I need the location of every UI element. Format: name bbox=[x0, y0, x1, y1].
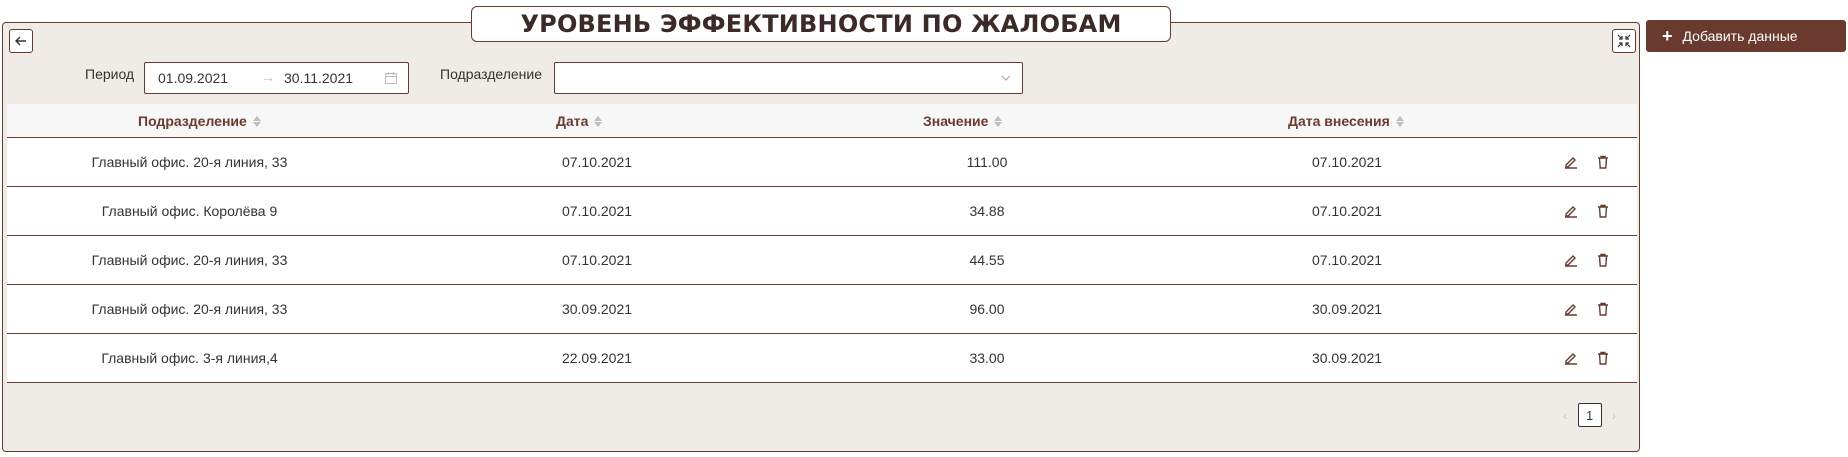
pagination-page-button[interactable]: 1 bbox=[1577, 403, 1602, 427]
cell-department: Главный офис. 20-я линия, 33 bbox=[91, 301, 288, 317]
delete-button[interactable] bbox=[1593, 152, 1613, 172]
delete-button[interactable] bbox=[1593, 348, 1613, 368]
table-row: Главный офис. 3-я линия,4 22.09.2021 33.… bbox=[7, 334, 1637, 383]
edit-button[interactable] bbox=[1561, 152, 1581, 172]
date-separator-arrow: → bbox=[261, 69, 275, 85]
plus-icon: + bbox=[1662, 26, 1673, 46]
pencil-icon bbox=[1565, 157, 1577, 169]
sort-icon[interactable] bbox=[594, 115, 603, 127]
calendar-icon bbox=[385, 72, 397, 84]
collapse-fullscreen-button[interactable] bbox=[1612, 29, 1636, 53]
delete-button[interactable] bbox=[1593, 201, 1613, 221]
arrow-left-icon bbox=[15, 36, 26, 46]
table-header: Подразделение Дата Значение Дата внесени… bbox=[7, 104, 1637, 138]
period-label: Период bbox=[85, 66, 135, 82]
department-select[interactable] bbox=[554, 62, 1023, 94]
header-date-label: Дата bbox=[556, 113, 589, 129]
date-from-field[interactable]: 01.09.2021 bbox=[158, 70, 228, 86]
sort-icon[interactable] bbox=[252, 115, 261, 127]
department-filter-label: Подразделение bbox=[440, 66, 543, 82]
pencil-icon bbox=[1565, 304, 1577, 316]
cell-entry-date: 07.10.2021 bbox=[1311, 154, 1383, 170]
trash-icon bbox=[1598, 302, 1608, 316]
add-data-button[interactable]: + Добавить данные bbox=[1646, 20, 1846, 52]
period-date-range-picker[interactable]: 01.09.2021 → 30.11.2021 bbox=[144, 62, 409, 94]
pagination-prev-button[interactable]: ‹ bbox=[1563, 407, 1568, 423]
compress-icon bbox=[1617, 34, 1631, 48]
data-table: Подразделение Дата Значение Дата внесени… bbox=[7, 104, 1637, 383]
pencil-icon bbox=[1565, 206, 1577, 218]
trash-icon bbox=[1598, 204, 1608, 218]
pagination-next-button[interactable]: › bbox=[1612, 407, 1617, 423]
add-data-button-label: Добавить данные bbox=[1682, 28, 1798, 44]
delete-button[interactable] bbox=[1593, 250, 1613, 270]
header-value[interactable]: Значение bbox=[923, 113, 1003, 129]
cell-department: Главный офис. 20-я линия, 33 bbox=[91, 252, 288, 268]
cell-entry-date: 07.10.2021 bbox=[1311, 203, 1383, 219]
edit-button[interactable] bbox=[1561, 299, 1581, 319]
header-date[interactable]: Дата bbox=[556, 113, 603, 129]
page-title: УРОВЕНЬ ЭФФЕКТИВНОСТИ ПО ЖАЛОБАМ bbox=[520, 10, 1122, 38]
cell-date: 30.09.2021 bbox=[561, 301, 633, 317]
cell-value: 44.55 bbox=[969, 252, 1005, 268]
sort-icon[interactable] bbox=[1395, 115, 1404, 127]
trash-icon bbox=[1598, 155, 1608, 169]
pencil-icon bbox=[1565, 255, 1577, 267]
cell-department: Главный офис. Королёва 9 bbox=[101, 203, 278, 219]
table-row: Главный офис. 20-я линия, 33 30.09.2021 … bbox=[7, 285, 1637, 334]
page-title-box: УРОВЕНЬ ЭФФЕКТИВНОСТИ ПО ЖАЛОБАМ bbox=[471, 6, 1171, 42]
cell-department: Главный офис. 20-я линия, 33 bbox=[91, 154, 288, 170]
trash-icon bbox=[1598, 351, 1608, 365]
cell-entry-date: 30.09.2021 bbox=[1311, 301, 1383, 317]
edit-button[interactable] bbox=[1561, 348, 1581, 368]
cell-value: 33.00 bbox=[969, 350, 1005, 366]
trash-icon bbox=[1598, 253, 1608, 267]
pagination: ‹ 1 › bbox=[1563, 403, 1616, 427]
pencil-icon bbox=[1565, 353, 1577, 365]
header-department-label: Подразделение bbox=[138, 113, 247, 129]
delete-button[interactable] bbox=[1593, 299, 1613, 319]
table-row: Главный офис. Королёва 9 07.10.2021 34.8… bbox=[7, 187, 1637, 236]
table-row: Главный офис. 20-я линия, 33 07.10.2021 … bbox=[7, 236, 1637, 285]
header-entry-date[interactable]: Дата внесения bbox=[1288, 113, 1404, 129]
cell-value: 34.88 bbox=[969, 203, 1005, 219]
cell-value: 96.00 bbox=[969, 301, 1005, 317]
cell-department: Главный офис. 3-я линия,4 bbox=[101, 350, 278, 366]
date-to-field[interactable]: 30.11.2021 bbox=[284, 70, 353, 86]
cell-date: 22.09.2021 bbox=[561, 350, 633, 366]
main-panel: Период 01.09.2021 → 30.11.2021 Подраздел… bbox=[2, 22, 1640, 452]
edit-button[interactable] bbox=[1561, 250, 1581, 270]
back-button[interactable] bbox=[9, 29, 33, 53]
cell-date: 07.10.2021 bbox=[561, 252, 633, 268]
chevron-down-icon bbox=[1001, 75, 1011, 81]
cell-date: 07.10.2021 bbox=[561, 154, 633, 170]
header-entry-date-label: Дата внесения bbox=[1288, 113, 1390, 129]
cell-value: 111.00 bbox=[966, 154, 1008, 170]
header-department[interactable]: Подразделение bbox=[138, 113, 261, 129]
cell-entry-date: 30.09.2021 bbox=[1311, 350, 1383, 366]
sort-icon[interactable] bbox=[994, 115, 1003, 127]
header-value-label: Значение bbox=[923, 113, 989, 129]
cell-entry-date: 07.10.2021 bbox=[1311, 252, 1383, 268]
edit-button[interactable] bbox=[1561, 201, 1581, 221]
table-row: Главный офис. 20-я линия, 33 07.10.2021 … bbox=[7, 138, 1637, 187]
cell-date: 07.10.2021 bbox=[561, 203, 633, 219]
